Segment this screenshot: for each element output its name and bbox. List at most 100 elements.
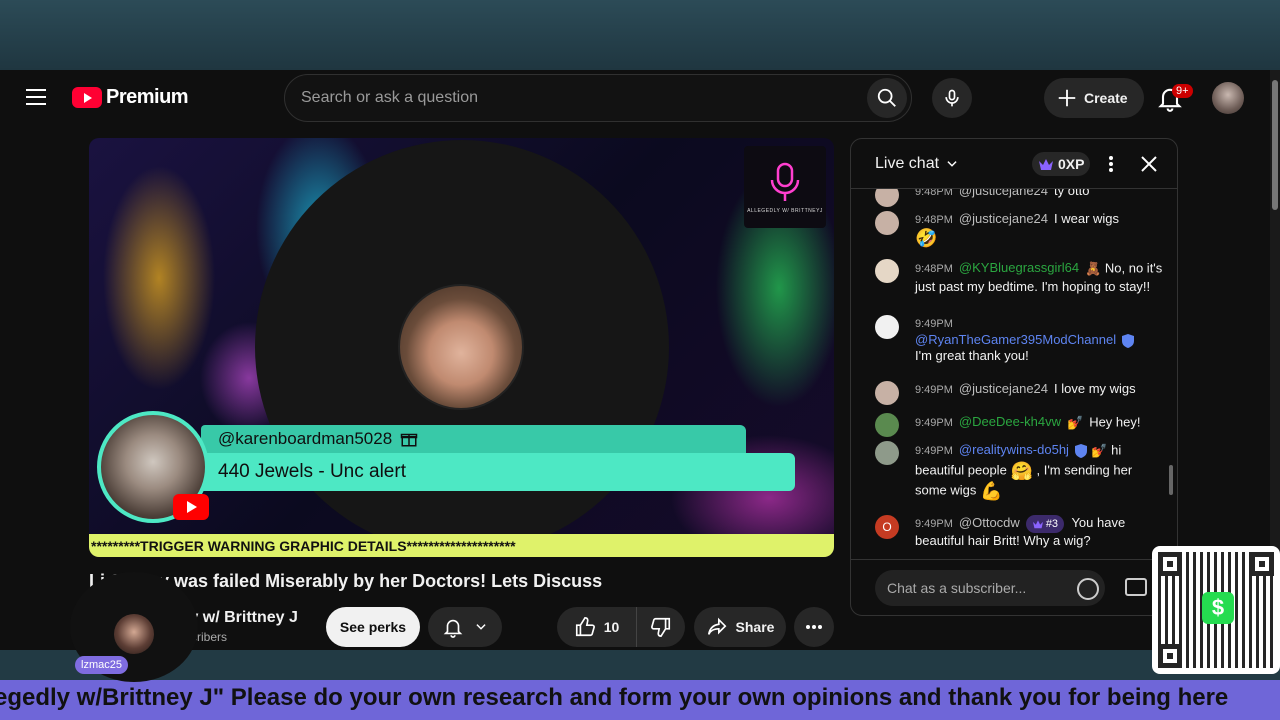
qr-finder — [1158, 552, 1182, 576]
cashapp-qr-code: $ — [1152, 546, 1280, 674]
live-chat-panel: Live chat 0XP 9:48PM @justicejane24 ty ott… — [850, 138, 1178, 616]
chat-avatar — [875, 189, 899, 207]
youtube-premium-logo[interactable]: Premium — [72, 86, 189, 109]
chat-text: I'm great thank you! — [915, 348, 1029, 363]
stream-bottom-band — [0, 650, 1280, 680]
voice-search-button[interactable] — [932, 78, 972, 118]
chat-author[interactable]: @RyanTheGamer395ModChannel — [915, 332, 1116, 347]
member-badge-icon: 💅 — [1090, 443, 1108, 458]
subscription-notifications-button[interactable] — [428, 607, 502, 647]
chat-avatar — [875, 441, 899, 465]
masthead: Premium Create 9+ — [0, 70, 1270, 126]
leaderboard-rank: #3 — [1045, 518, 1059, 530]
channel-logo-text: ALLEGEDLY W/ BRITTNEYJ — [747, 208, 823, 214]
video-player[interactable]: ALLEGEDLY W/ BRITTNEYJ @karenboardman502… — [89, 138, 834, 557]
chat-time: 9:49PM — [915, 384, 953, 396]
trigger-warning-bar: *********TRIGGER WARNING GRAPHIC DETAILS… — [89, 534, 834, 557]
thumbs-up-icon — [575, 617, 595, 637]
chat-author[interactable]: @realitywins-do5hj — [959, 442, 1069, 457]
share-button[interactable]: Share — [694, 607, 786, 647]
bell-icon — [443, 619, 463, 638]
share-label: Share — [735, 619, 775, 635]
chevron-down-icon — [947, 161, 957, 167]
search-box — [284, 74, 912, 122]
chat-time: 9:48PM — [915, 189, 953, 198]
notifications-badge: 9+ — [1172, 84, 1193, 98]
scrolling-ticker: egedly w/Brittney J" Please do your own … — [0, 680, 1280, 720]
page-scroll-thumb[interactable] — [1272, 80, 1278, 210]
trigger-warning-text: *********TRIGGER WARNING GRAPHIC DETAILS… — [91, 537, 516, 554]
chat-message: 9:49PM @realitywins-do5hj 💅 hi beautiful pe… — [875, 441, 1165, 501]
chat-message: 9:49PM @justicejane24 I love my wigs — [875, 381, 1165, 405]
dislike-button[interactable] — [637, 607, 685, 647]
jewel-sender: @karenboardman5028 — [218, 429, 393, 448]
chat-scroll-thumb[interactable] — [1169, 465, 1173, 495]
chat-avatar — [875, 413, 899, 437]
chat-time: 9:49PM — [915, 445, 953, 458]
chat-message: 9:49PM @DeeDee-kh4vw 💅 Hey hey! — [875, 413, 1165, 437]
chat-author[interactable]: @justicejane24 — [959, 381, 1048, 396]
search-icon — [877, 88, 896, 107]
verified-shield-icon — [1122, 333, 1135, 348]
jewel-sender-banner: @karenboardman5028 — [201, 425, 746, 453]
verified-shield-icon — [1074, 444, 1087, 458]
podcast-mic-icon — [770, 162, 800, 201]
chat-message: 9:48PM @KYBluegrassgirl64 🧸 No, no it's ju… — [875, 259, 1165, 295]
emoji-picker-button[interactable] — [1077, 578, 1099, 600]
chat-more-options-button[interactable] — [1101, 153, 1121, 175]
xp-badge[interactable]: 0XP — [1032, 152, 1091, 176]
chat-author[interactable]: @DeeDee-kh4vw — [959, 414, 1061, 429]
plus-icon — [1058, 89, 1076, 107]
channel-name[interactable]: ly w/ Brittney J — [185, 609, 298, 627]
chat-author[interactable]: @KYBluegrassgirl64 — [959, 260, 1079, 275]
chat-input[interactable] — [875, 570, 1105, 606]
crown-icon — [1039, 159, 1053, 170]
chat-close-button[interactable] — [1137, 152, 1161, 176]
chat-time: 9:49PM — [915, 417, 953, 430]
hamburger-menu-button[interactable] — [22, 84, 50, 112]
crown-icon — [1032, 520, 1043, 529]
video-title: Li Clancy was failed Miserably by her Do… — [89, 571, 603, 591]
chat-time: 9:49PM — [915, 318, 953, 330]
chat-scrollbar[interactable] — [1169, 195, 1173, 495]
chat-messages: 9:48PM @justicejane24 ty otto 9:48PM @justi… — [851, 189, 1177, 551]
chat-author[interactable]: @justicejane24 — [959, 211, 1048, 226]
search-button[interactable] — [867, 78, 907, 118]
like-button[interactable]: 10 — [557, 607, 637, 647]
ticker-text: egedly w/Brittney J" Please do your own … — [0, 684, 1229, 711]
chat-avatar — [875, 259, 899, 283]
brand-label: Premium — [106, 86, 189, 108]
microphone-icon — [945, 89, 959, 107]
create-label: Create — [1084, 90, 1128, 106]
chat-author[interactable]: @Ottocdw — [959, 515, 1020, 530]
live-chat-header: Live chat 0XP — [851, 139, 1177, 189]
account-avatar[interactable] — [1212, 82, 1244, 114]
chat-avatar — [875, 381, 899, 405]
cash-app-icon: $ — [1202, 592, 1234, 624]
youtube-badge-icon — [173, 494, 209, 520]
leaderboard-rank-badge: #3 — [1025, 515, 1065, 533]
chat-input-area — [851, 559, 1177, 615]
like-count: 10 — [603, 619, 620, 635]
create-button[interactable]: Create — [1044, 78, 1144, 118]
jewel-message-banner: 440 Jewels - Unc alert — [201, 453, 795, 491]
viewer-avatar — [114, 614, 154, 654]
chat-time: 9:48PM — [915, 263, 953, 276]
live-chat-mode-dropdown[interactable]: Live chat — [875, 155, 959, 173]
youtube-play-icon — [72, 87, 102, 108]
search-input[interactable] — [285, 75, 867, 121]
member-badge-icon: 🧸 — [1085, 261, 1102, 276]
hugging-emoji-icon: 🤗 — [1010, 461, 1033, 481]
close-icon — [1141, 156, 1157, 172]
more-actions-button[interactable] — [794, 607, 834, 647]
chat-avatar — [875, 211, 899, 235]
host-webcam-photo — [398, 284, 524, 410]
chat-avatar: O — [875, 515, 899, 539]
chat-message: 9:48PM @justicejane24 ty otto — [875, 189, 1165, 207]
super-chat-button[interactable] — [1125, 578, 1147, 596]
chat-author[interactable]: @justicejane24 — [959, 189, 1048, 198]
chat-message: O 9:49PM @Ottocdw #3 You have beautiful ha… — [875, 515, 1165, 549]
see-perks-button[interactable]: See perks — [326, 607, 420, 647]
qr-finder — [1158, 644, 1182, 668]
chevron-down-icon — [476, 624, 486, 630]
